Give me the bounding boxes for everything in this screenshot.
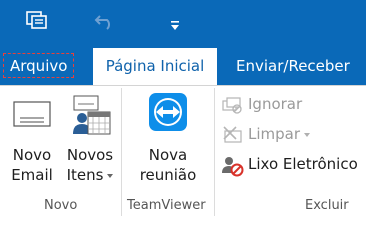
chevron-down-icon: [107, 173, 114, 178]
junk-email-icon: [222, 155, 244, 181]
tab-home[interactable]: Página Inicial: [93, 48, 217, 85]
junk-email-label: Lixo Eletrônico: [248, 155, 358, 173]
ignore-label: Ignorar: [248, 95, 303, 113]
ignore-button[interactable]: Ignorar: [222, 95, 362, 115]
clean-up-button[interactable]: Limpar: [222, 125, 362, 145]
tab-file[interactable]: Arquivo: [3, 53, 75, 78]
chevron-down-icon: [304, 132, 311, 137]
new-email-label-2: Email: [11, 166, 53, 184]
new-items-icon: [68, 94, 112, 138]
tab-send-receive[interactable]: Enviar/Receber: [236, 48, 350, 85]
new-email-icon: [10, 94, 54, 134]
group-label-excluir: Excluir: [305, 198, 349, 213]
send-receive-folders-icon[interactable]: [26, 9, 48, 35]
new-items-label-2: Itens: [66, 166, 104, 184]
new-email-button[interactable]: Novo Email: [6, 94, 58, 185]
new-meeting-label-2: reunião: [139, 166, 197, 184]
teamviewer-icon: [148, 92, 188, 132]
clean-up-icon: [222, 125, 244, 149]
ignore-icon: [222, 96, 242, 118]
new-items-label-1: Novos: [66, 146, 114, 164]
group-label-novo: Novo: [44, 198, 78, 213]
clean-up-label: Limpar: [248, 125, 311, 143]
group-separator: [121, 88, 122, 216]
new-items-button[interactable]: Novos Itens: [62, 94, 118, 185]
new-meeting-button[interactable]: Nova reunião: [132, 92, 204, 185]
customize-qat-dropdown-icon[interactable]: [170, 16, 180, 35]
group-label-teamviewer: TeamViewer: [127, 198, 206, 213]
title-bar: [0, 0, 366, 48]
new-email-label-1: Novo: [12, 146, 52, 164]
new-meeting-label-1: Nova: [148, 146, 188, 164]
junk-email-button[interactable]: Lixo Eletrônico: [222, 155, 366, 177]
ribbon-tab-bar: Arquivo Página Inicial Enviar/Receber: [0, 48, 366, 85]
undo-icon[interactable]: [94, 12, 116, 34]
group-separator: [214, 88, 215, 216]
